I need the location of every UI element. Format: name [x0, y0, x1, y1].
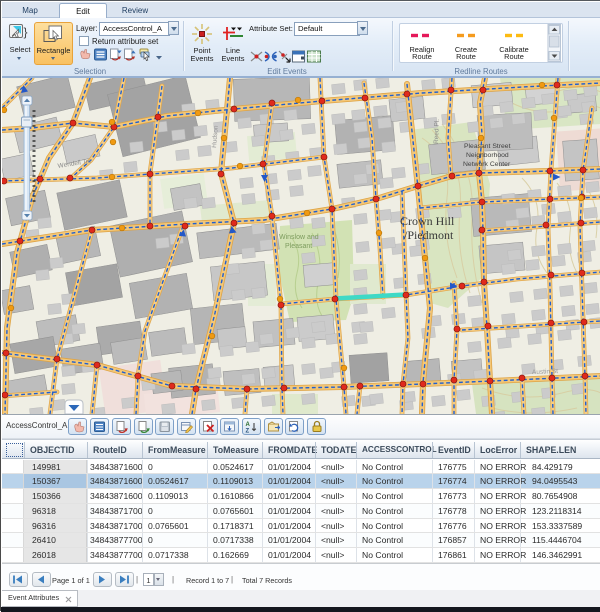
svg-text:Neighborhood: Neighborhood — [466, 152, 509, 159]
svg-text:}: } — [24, 25, 28, 39]
svg-text:/Piedmont: /Piedmont — [404, 228, 454, 242]
svg-text:Winslow and: Winslow and — [279, 234, 319, 241]
svg-text:Z: Z — [246, 429, 250, 434]
svg-text:Pleasant: Pleasant — [285, 243, 312, 250]
svg-text:Crown Hill: Crown Hill — [400, 214, 455, 228]
svg-text:Network Center: Network Center — [463, 161, 511, 168]
svg-text:A: A — [246, 422, 251, 428]
svg-text:Austin St: Austin St — [532, 368, 558, 376]
svg-text:Pleasant Street: Pleasant Street — [464, 143, 511, 150]
svg-text:Reed Pl.: Reed Pl. — [433, 119, 441, 144]
